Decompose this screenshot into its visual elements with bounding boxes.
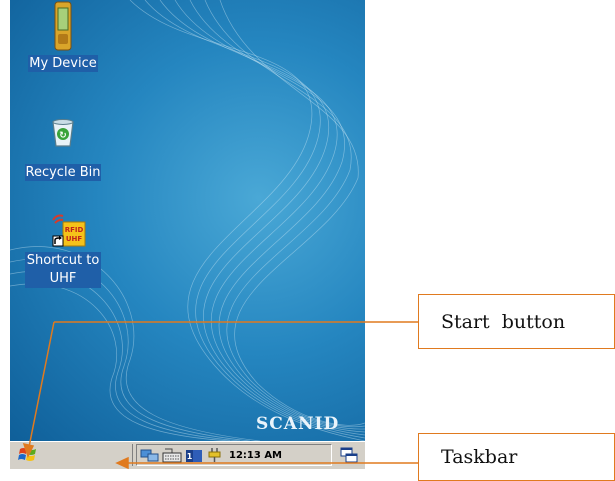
callout-label: Start button <box>441 310 566 333</box>
start-button[interactable] <box>12 444 44 466</box>
desktop-icon-shortcut-uhf[interactable]: RFID UHF Shortcut to UHF <box>13 212 113 288</box>
taskbar-callout: Taskbar <box>418 433 615 481</box>
rfid-uhf-shortcut-icon: RFID UHF <box>52 214 86 247</box>
power-plug-icon[interactable] <box>206 447 224 463</box>
input-panel-icon[interactable]: 1 <box>184 447 204 463</box>
callout-label: Taskbar <box>441 446 518 468</box>
pda-device-icon <box>54 1 72 51</box>
keyboard-icon[interactable] <box>162 447 182 463</box>
recycle-bin-icon: ↻ <box>52 119 74 147</box>
svg-text:1: 1 <box>187 452 193 461</box>
taskbar: 1 12:13 AM <box>10 441 365 469</box>
desktop-icon-my-device[interactable]: My Device <box>17 0 109 72</box>
show-desktop-button[interactable] <box>336 444 362 466</box>
system-tray: 1 12:13 AM <box>136 444 332 466</box>
start-button-callout: Start button <box>418 294 615 349</box>
desktop-icon-label-line2: UHF <box>49 271 77 286</box>
desktop-icon-label: My Device <box>28 55 98 72</box>
svg-text:↻: ↻ <box>59 131 67 141</box>
network-icon[interactable] <box>140 447 160 463</box>
windows-flag-icon <box>18 448 36 461</box>
desktop-icon-label: Recycle Bin <box>24 164 102 181</box>
desktop-screen: My Device ↻ Recycle Bin RFID UHF Shortcu… <box>10 0 365 441</box>
taskbar-clock[interactable]: 12:13 AM <box>229 450 282 461</box>
rfid-badge-line2: UHF <box>66 235 83 243</box>
show-desktop-icon <box>340 447 358 463</box>
desktop-icon-label-line1: Shortcut to <box>26 253 100 268</box>
desktop-icon-label: Shortcut to UHF <box>24 252 102 288</box>
desktop-icon-recycle-bin[interactable]: ↻ Recycle Bin <box>13 116 113 181</box>
taskbar-task-area[interactable] <box>46 444 133 466</box>
brand-logo-text: SCANID <box>256 414 340 434</box>
rfid-badge-line1: RFID <box>65 226 84 234</box>
